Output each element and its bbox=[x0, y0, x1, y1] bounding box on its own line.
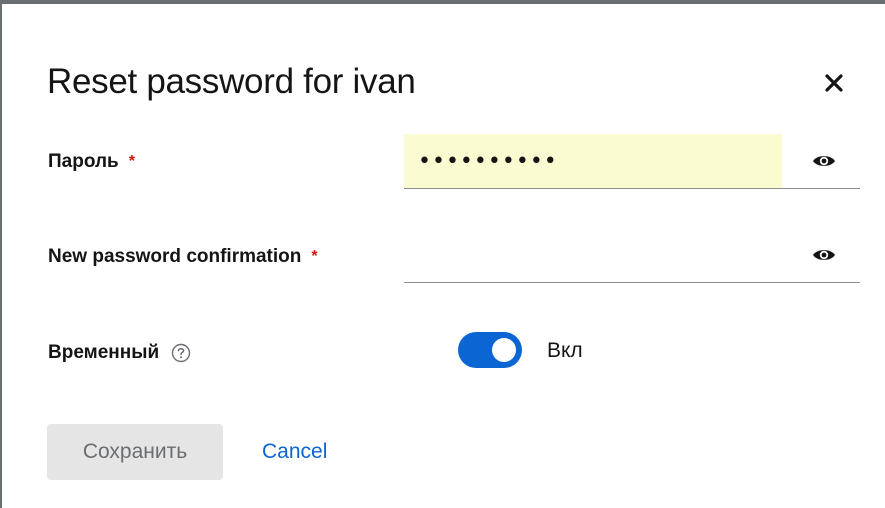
password-label: Пароль * bbox=[48, 150, 135, 174]
password-field bbox=[404, 134, 860, 189]
close-icon bbox=[825, 74, 843, 92]
confirmation-input[interactable] bbox=[404, 228, 782, 282]
password-required-mark: * bbox=[128, 153, 135, 170]
eye-icon bbox=[813, 250, 835, 260]
confirmation-required-mark: * bbox=[311, 248, 318, 265]
password-show-toggle[interactable] bbox=[809, 146, 839, 176]
eye-icon bbox=[813, 156, 835, 166]
reset-password-dialog: Reset password for ivan Пароль * New pas… bbox=[0, 0, 885, 508]
temporary-label-text: Временный bbox=[48, 342, 160, 363]
password-input[interactable] bbox=[404, 134, 782, 188]
temporary-label: Временный bbox=[48, 341, 191, 365]
save-button[interactable]: Сохранить bbox=[47, 424, 223, 480]
confirmation-show-toggle[interactable] bbox=[809, 240, 839, 270]
cancel-button[interactable]: Cancel bbox=[250, 424, 339, 480]
confirmation-field bbox=[404, 228, 860, 283]
temporary-switch[interactable] bbox=[458, 332, 522, 368]
switch-knob bbox=[492, 338, 516, 362]
dialog-title: Reset password for ivan bbox=[47, 62, 416, 101]
password-label-text: Пароль bbox=[48, 151, 119, 172]
close-button[interactable] bbox=[817, 66, 851, 100]
question-circle-icon[interactable] bbox=[171, 343, 191, 363]
confirmation-label: New password confirmation * bbox=[48, 245, 318, 269]
confirmation-label-text: New password confirmation bbox=[48, 246, 302, 267]
temporary-switch-state: Вкл bbox=[547, 339, 583, 362]
